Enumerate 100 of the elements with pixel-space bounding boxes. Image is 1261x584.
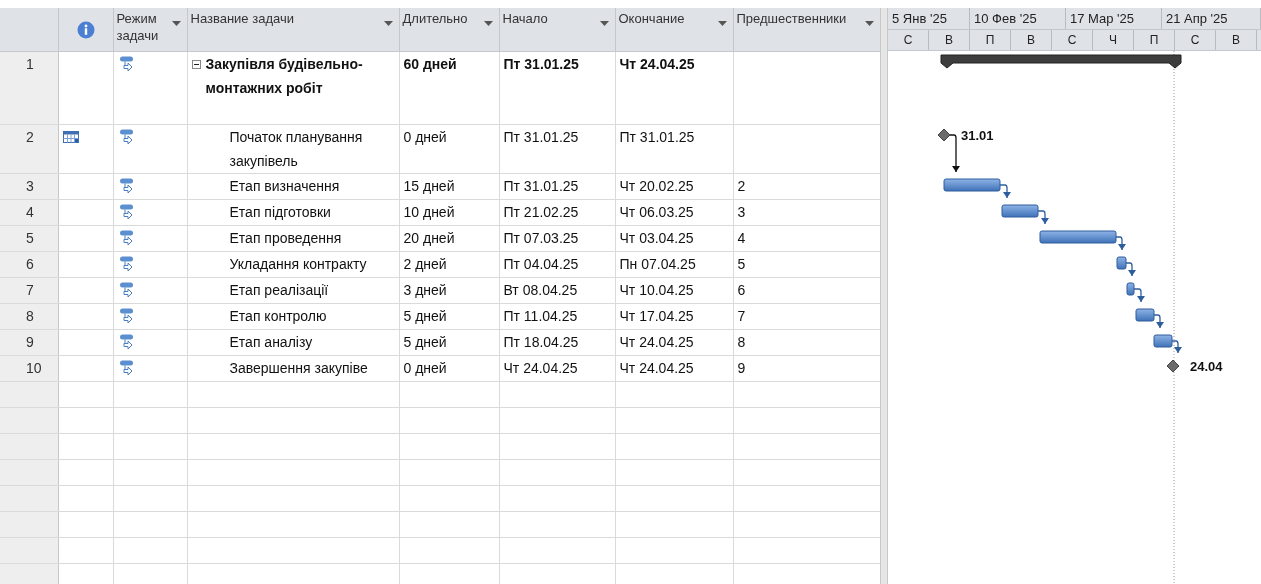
dropdown-arrow-icon[interactable] [483, 21, 493, 26]
table-cell: Чт 24.04.25 [619, 56, 695, 72]
task-name: Закупівля будівельно-монтажних робіт [205, 55, 364, 98]
link-arrow [1171, 340, 1182, 354]
timescale-label: В [1011, 30, 1052, 50]
table-cell: Чт 06.03.25 [619, 204, 694, 220]
column-header[interactable]: Предшественники [733, 8, 880, 52]
row-number[interactable]: 8 [0, 303, 58, 330]
task-name: Початок планування закупівель [229, 128, 364, 171]
task-name: Етап визначення [229, 177, 340, 196]
row-number[interactable]: 9 [0, 329, 58, 356]
link-arrow [1125, 262, 1136, 277]
row-number[interactable]: 5 [0, 225, 58, 252]
table-cell: Пн 07.04.25 [619, 256, 696, 272]
table-cell: Пт 31.01.25 [503, 129, 579, 145]
column-header[interactable]: Окончание [615, 8, 733, 52]
table-cell: 4 [737, 230, 746, 246]
timescale-label: 21 Апр '25 [1162, 8, 1261, 29]
milestone-diamond [1166, 359, 1180, 373]
dropdown-arrow-icon[interactable] [171, 21, 181, 26]
bar-label: 31.01 [961, 128, 994, 143]
column-header[interactable]: Начало [499, 8, 615, 52]
table-cell: 3 [737, 204, 746, 220]
task-bar [1001, 204, 1039, 218]
table-cell: 9 [737, 360, 746, 376]
task-name: Етап реалізації [229, 281, 329, 300]
table-cell: Чт 10.04.25 [619, 282, 694, 298]
timescale-label: П [1134, 30, 1175, 50]
link-arrow [999, 184, 1011, 199]
task-bar [943, 178, 1001, 192]
timescale-label: 10 Фев '25 [970, 8, 1066, 29]
timescale-label: Ч [1093, 30, 1134, 50]
timescale-label: В [1216, 30, 1257, 50]
info-icon [76, 20, 95, 39]
table-cell: Чт 17.04.25 [619, 308, 694, 324]
table-cell: Пт 07.03.25 [503, 230, 579, 246]
task-name: Етап контролю [229, 307, 327, 326]
table-cell: Пт 31.01.25 [503, 178, 579, 194]
task-name: Етап підготовки [229, 203, 331, 222]
table-cell: 15 дней [403, 178, 455, 194]
table-cell: 7 [737, 308, 746, 324]
table-cell: 5 [737, 256, 746, 272]
collapse-icon[interactable] [191, 60, 201, 69]
table-cell: Чт 20.02.25 [619, 178, 694, 194]
table-cell: 5 дней [403, 308, 447, 324]
table-cell: 60 дней [403, 56, 457, 72]
timescale-label: С [1175, 30, 1216, 50]
task-bar [1135, 308, 1155, 322]
column-header[interactable]: Название задачи [187, 8, 399, 52]
row-number[interactable]: 4 [0, 199, 58, 226]
table-cell: 10 дней [403, 204, 455, 220]
dropdown-arrow-icon[interactable] [599, 21, 609, 26]
link-arrow [1133, 288, 1145, 303]
timescale-label: П [970, 30, 1011, 50]
column-header[interactable]: Длительно [399, 8, 499, 52]
timescale-label: 5 Янв '25 [888, 8, 970, 29]
table-cell: Пт 11.04.25 [503, 308, 578, 324]
table-cell: Пт 21.02.25 [503, 204, 579, 220]
table-cell: 3 дней [403, 282, 447, 298]
table-cell: 5 дней [403, 334, 447, 350]
dropdown-arrow-icon[interactable] [864, 21, 874, 26]
table-cell: Пт 31.01.25 [619, 129, 695, 145]
table-cell: Пт 04.04.25 [503, 256, 579, 272]
link-arrow [949, 134, 960, 173]
task-bar [1126, 282, 1135, 296]
task-bar [1153, 334, 1173, 348]
timescale-label: В [929, 30, 970, 50]
row-number[interactable]: 3 [0, 173, 58, 200]
timescale-label: С [888, 30, 929, 50]
timescale-label: 17 Мар '25 [1066, 8, 1162, 29]
table-cell: 20 дней [403, 230, 455, 246]
dropdown-arrow-icon[interactable] [383, 21, 393, 26]
task-bar [1116, 256, 1127, 270]
table-cell: Чт 24.04.25 [619, 360, 694, 376]
row-number[interactable]: 6 [0, 251, 58, 278]
table-cell: Чт 24.04.25 [619, 334, 694, 350]
timescale-label: С [1052, 30, 1093, 50]
link-arrow [1115, 236, 1126, 251]
task-name: Етап проведення [229, 229, 342, 248]
table-cell: 0 дней [403, 129, 447, 145]
table-cell: Чт 24.04.25 [503, 360, 578, 376]
table-cell: Вт 08.04.25 [503, 282, 578, 298]
table-cell: Пт 18.04.25 [503, 334, 579, 350]
table-cell: 2 дней [403, 256, 447, 272]
row-number[interactable]: 1 [0, 51, 58, 125]
row-number[interactable]: 2 [0, 124, 58, 174]
dropdown-arrow-icon[interactable] [717, 21, 727, 26]
row-number[interactable]: 7 [0, 277, 58, 304]
task-name: Етап аналізу [229, 333, 313, 352]
row-number[interactable]: 10 [0, 355, 58, 382]
link-arrow [1037, 210, 1049, 225]
task-name: Укладання контракту [229, 255, 367, 274]
table-cell: 2 [737, 178, 746, 194]
table-cell: 8 [737, 334, 746, 350]
table-cell: 0 дней [403, 360, 447, 376]
bar-label: 24.04 [1190, 359, 1223, 374]
task-name: Завершення закупіве [229, 359, 368, 378]
milestone-diamond [937, 128, 951, 142]
table-cell: Чт 03.04.25 [619, 230, 694, 246]
column-header[interactable]: Режим задачи [113, 8, 187, 52]
